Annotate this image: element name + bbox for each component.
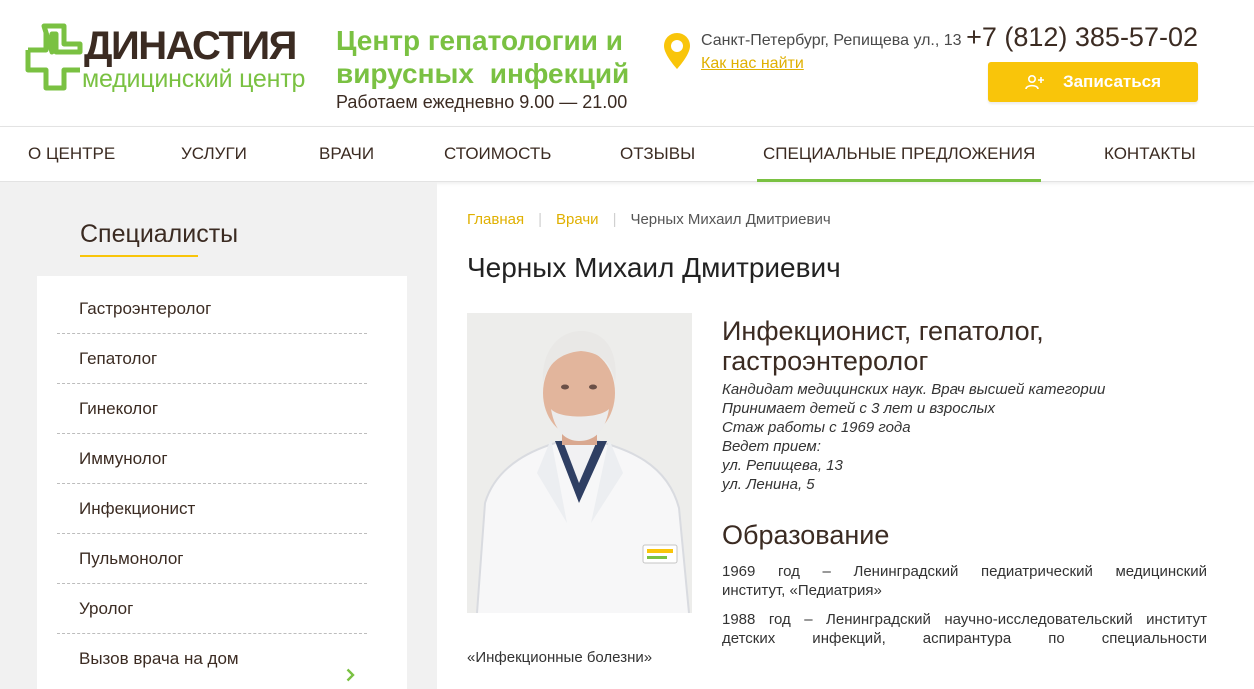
logo-subtitle: медицинский центр (82, 65, 306, 93)
breadcrumb: Главная | Врачи | Черных Михаил Дмитриевич (467, 211, 831, 229)
specialty-line2: гастроэнтеролог (722, 346, 929, 376)
address-text: Санкт-Петербург, Репищева ул., 13 (701, 32, 962, 49)
education-item: 1988 год – Ленинградский научно-исследов… (722, 610, 1207, 648)
info-reception-label: Ведет прием: (722, 438, 821, 455)
sidebar: Специалисты Гастроэнтеролог Гепатолог Ги… (0, 182, 437, 689)
phone-number[interactable]: +7 (812) 385-57-02 (966, 22, 1198, 52)
education-item-line1: 1969 год – Ленинградский педиатрический … (722, 563, 1207, 580)
doctor-photo (467, 313, 692, 613)
add-user-icon (1025, 74, 1045, 90)
nav-item-prices[interactable]: Стоимость (444, 127, 551, 181)
nav-item-doctors[interactable]: Врачи (319, 127, 374, 181)
info-address-2: ул. Ленина, 5 (722, 476, 815, 493)
center-name-line1: Центр гепатологии и (336, 25, 623, 56)
education-item: 1969 год – Ленинградский педиатрический … (722, 562, 1207, 600)
nav-item-special-offers[interactable]: Специальные предложения (756, 127, 1042, 182)
info-degree: Кандидат медицинских наук. Врач высшей к… (722, 381, 1106, 398)
nav-item-reviews[interactable]: Отзывы (620, 127, 695, 181)
sidebar-item-pulmonologist[interactable]: Пульмонолог (57, 534, 367, 584)
specialty-line1: Инфекционист, гепатолог, (722, 316, 1044, 346)
site-header: ДИНАСТИЯ медицинский центр Центр гепатол… (0, 0, 1254, 126)
info-patients: Принимает детей с 3 лет и взрослых (722, 400, 996, 417)
main-nav: О центре Услуги Врачи Стоимость Отзывы С… (0, 126, 1254, 182)
sidebar-item-infectionist[interactable]: Инфекционист (57, 484, 367, 534)
cross-logo-icon (25, 23, 83, 91)
sidebar-item-home-visit[interactable]: Вызов врача на дом (57, 634, 367, 684)
breadcrumb-doctors[interactable]: Врачи (556, 211, 599, 228)
sidebar-title: Специалисты (80, 220, 239, 257)
chevron-right-icon (346, 652, 355, 689)
education-item-line3: «Инфекционные болезни» (467, 649, 653, 666)
info-experience: Стаж работы с 1969 года (722, 419, 911, 436)
breadcrumb-home[interactable]: Главная (467, 211, 524, 228)
sidebar-item-gastroenterologist[interactable]: Гастроэнтеролог (57, 284, 367, 334)
signup-label: Записаться (1062, 72, 1162, 91)
sidebar-item-label: Вызов врача на дом (79, 649, 239, 668)
page-title: Черных Михаил Дмитриевич (467, 252, 841, 283)
education-item-line1: 1988 год – Ленинградский научно-исследов… (722, 611, 1207, 628)
doctor-info: Кандидат медицинских наук. Врач высшей к… (722, 380, 1105, 494)
sidebar-item-immunologist[interactable]: Иммунолог (57, 434, 367, 484)
sidebar-item-gynecologist[interactable]: Гинеколог (57, 384, 367, 434)
specialists-list: Гастроэнтеролог Гепатолог Гинеколог Имму… (37, 276, 407, 689)
logo[interactable]: ДИНАСТИЯ медицинский центр (24, 22, 324, 100)
info-address-1: ул. Репищева, 13 (722, 457, 843, 474)
breadcrumb-current: Черных Михаил Дмитриевич (630, 211, 831, 228)
location-pin-icon (663, 32, 691, 75)
education-title: Образование (722, 520, 890, 550)
signup-button[interactable]: Записаться (988, 62, 1198, 102)
center-name: Центр гепатологии и вирусных инфекций (336, 24, 636, 90)
center-name-line2: вирусных инфекций (336, 58, 630, 89)
find-us-link[interactable]: Как нас найти (701, 55, 804, 73)
working-hours: Работаем ежедневно 9.00 — 21.00 (336, 92, 628, 112)
education-item-line2: институт, «Педиатрия» (722, 582, 882, 599)
logo-title: ДИНАСТИЯ (84, 24, 297, 68)
sidebar-item-urologist[interactable]: Уролог (57, 584, 367, 634)
breadcrumb-separator: | (612, 211, 617, 228)
breadcrumb-separator: | (538, 211, 542, 228)
nav-item-about[interactable]: О центре (28, 127, 115, 181)
doctor-specialty: Инфекционист, гепатолог, гастроэнтеролог (722, 316, 1122, 376)
nav-item-services[interactable]: Услуги (181, 127, 247, 181)
education-item-line2: детских инфекций, аспирантура по специал… (722, 630, 1207, 647)
nav-item-contacts[interactable]: Контакты (1104, 127, 1196, 181)
sidebar-item-hepatologist[interactable]: Гепатолог (57, 334, 367, 384)
